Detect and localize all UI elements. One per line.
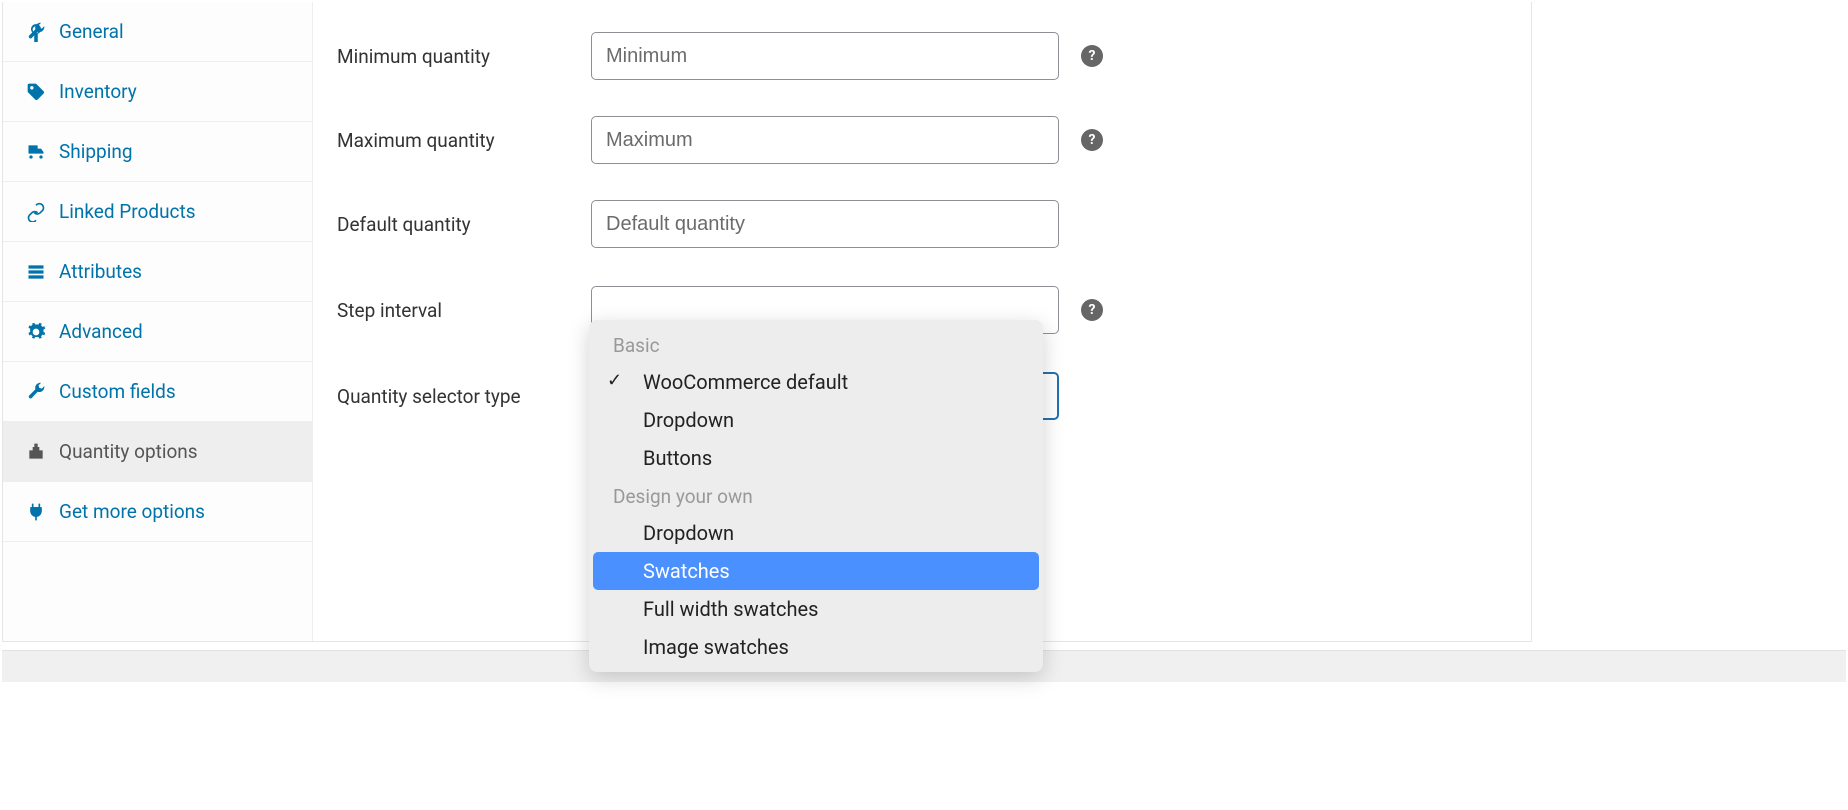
dropdown-group-basic: Basic bbox=[589, 326, 1043, 363]
dropdown-option-full-width-swatches[interactable]: Full width swatches bbox=[589, 590, 1043, 628]
dropdown-option-image-swatches[interactable]: Image swatches bbox=[589, 628, 1043, 666]
sidebar-item-label: Get more options bbox=[59, 500, 205, 523]
dropdown-option-dropdown-basic[interactable]: Dropdown bbox=[589, 401, 1043, 439]
field-minimum-quantity: Minimum quantity ? bbox=[337, 32, 1507, 80]
field-maximum-quantity: Maximum quantity ? bbox=[337, 116, 1507, 164]
sidebar-item-label: Quantity options bbox=[59, 440, 198, 463]
gear-icon bbox=[23, 321, 49, 343]
sidebar-item-general[interactable]: General bbox=[3, 2, 312, 62]
sidebar-item-label: Inventory bbox=[59, 80, 137, 103]
product-data-sidebar: General Inventory Shipping Linked Produc… bbox=[3, 2, 313, 641]
sidebar-item-label: Shipping bbox=[59, 140, 133, 163]
sidebar-item-custom-fields[interactable]: Custom fields bbox=[3, 362, 312, 422]
wrench-icon bbox=[23, 21, 49, 43]
sidebar-item-label: Attributes bbox=[59, 260, 142, 283]
quantity-selector-type-dropdown[interactable]: Basic WooCommerce default Dropdown Butto… bbox=[589, 320, 1043, 672]
sidebar-item-inventory[interactable]: Inventory bbox=[3, 62, 312, 122]
list-icon bbox=[23, 261, 49, 283]
sidebar-item-get-more-options[interactable]: Get more options bbox=[3, 482, 312, 542]
dropdown-option-dropdown-custom[interactable]: Dropdown bbox=[589, 514, 1043, 552]
sidebar-item-linked-products[interactable]: Linked Products bbox=[3, 182, 312, 242]
sidebar-item-label: Advanced bbox=[59, 320, 143, 343]
truck-icon bbox=[23, 141, 49, 163]
default-quantity-label: Default quantity bbox=[337, 213, 591, 236]
minimum-quantity-input[interactable] bbox=[591, 32, 1059, 80]
maximum-quantity-input[interactable] bbox=[591, 116, 1059, 164]
link-icon bbox=[23, 201, 49, 223]
tag-icon bbox=[23, 81, 49, 103]
sidebar-item-quantity-options[interactable]: Quantity options bbox=[3, 422, 312, 482]
dropdown-option-swatches[interactable]: Swatches bbox=[593, 552, 1039, 590]
sidebar-item-shipping[interactable]: Shipping bbox=[3, 122, 312, 182]
dropdown-group-design-your-own: Design your own bbox=[589, 477, 1043, 514]
help-icon[interactable]: ? bbox=[1081, 45, 1103, 67]
quantity-selector-type-label: Quantity selector type bbox=[337, 385, 591, 408]
sidebar-item-label: Linked Products bbox=[59, 200, 196, 223]
field-default-quantity: Default quantity bbox=[337, 200, 1507, 248]
quantity-icon bbox=[23, 441, 49, 463]
default-quantity-input[interactable] bbox=[591, 200, 1059, 248]
sidebar-item-label: Custom fields bbox=[59, 380, 176, 403]
sidebar-item-label: General bbox=[59, 20, 124, 43]
wrench-icon bbox=[23, 381, 49, 403]
dropdown-option-buttons[interactable]: Buttons bbox=[589, 439, 1043, 477]
plug-icon bbox=[23, 501, 49, 523]
help-icon[interactable]: ? bbox=[1081, 299, 1103, 321]
sidebar-item-advanced[interactable]: Advanced bbox=[3, 302, 312, 362]
minimum-quantity-label: Minimum quantity bbox=[337, 45, 591, 68]
step-interval-label: Step interval bbox=[337, 299, 591, 322]
maximum-quantity-label: Maximum quantity bbox=[337, 129, 591, 152]
dropdown-option-woocommerce-default[interactable]: WooCommerce default bbox=[589, 363, 1043, 401]
help-icon[interactable]: ? bbox=[1081, 129, 1103, 151]
sidebar-item-attributes[interactable]: Attributes bbox=[3, 242, 312, 302]
